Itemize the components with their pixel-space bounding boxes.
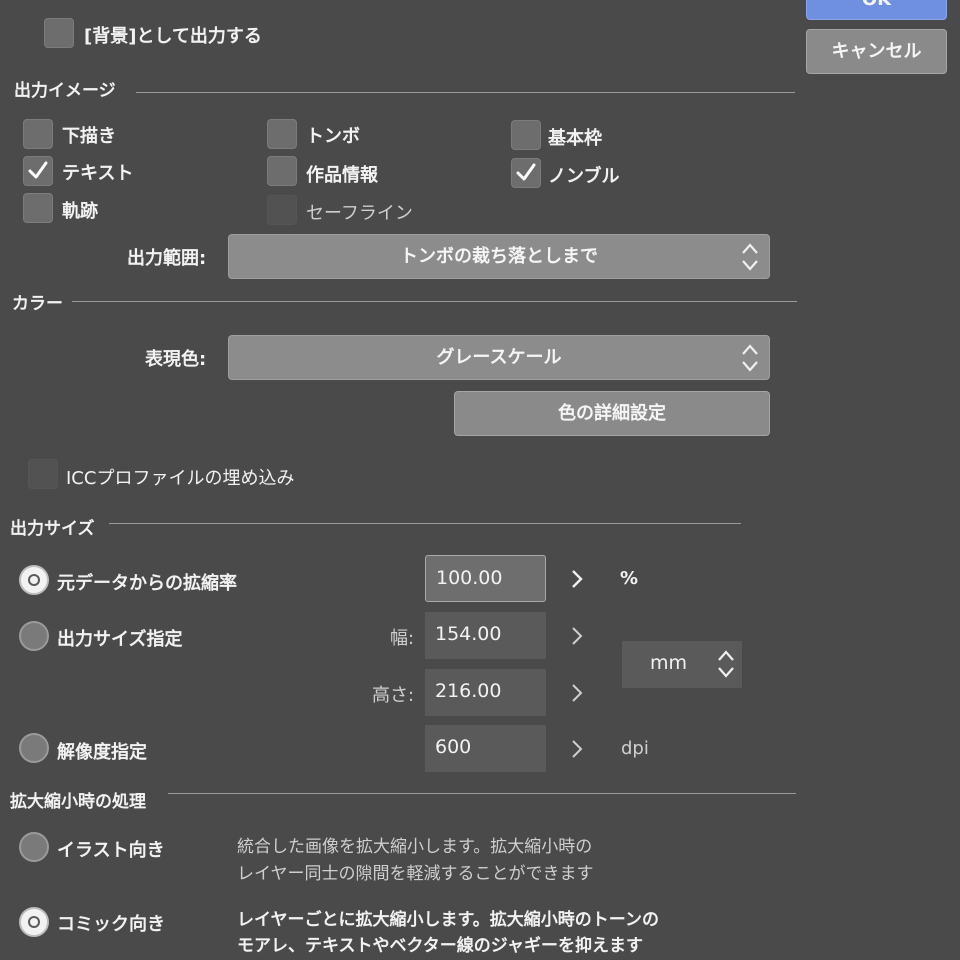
sketch-checkbox[interactable]	[23, 119, 53, 149]
output-size-option-label: 出力サイズ指定	[57, 629, 183, 650]
resolution-input[interactable]: 600	[425, 725, 546, 772]
output-range-label: 出力範囲:	[127, 248, 207, 269]
background-checkbox[interactable]	[44, 18, 74, 48]
basic-frame-label: 基本枠	[548, 128, 602, 149]
color-expression-label: 表現色:	[145, 349, 207, 370]
color-divider	[72, 301, 797, 302]
up-down-arrows-icon	[718, 650, 734, 678]
output-range-select[interactable]: トンボの裁ち落としまで	[228, 234, 770, 279]
icc-profile-label: ICCプロファイルの埋め込み	[66, 468, 295, 489]
resolution-unit: dpi	[621, 738, 649, 759]
color-detail-button[interactable]: 色の詳細設定	[454, 391, 770, 436]
safe-line-label: セーフライン	[306, 203, 413, 224]
page-number-checkbox[interactable]	[511, 158, 541, 188]
text-checkbox[interactable]	[23, 156, 53, 186]
illust-option-label: イラスト向き	[57, 840, 165, 861]
comic-radio[interactable]	[19, 907, 49, 937]
work-info-checkbox[interactable]	[267, 156, 297, 186]
height-label: 高さ:	[372, 685, 415, 706]
sketch-label: 下描き	[62, 126, 116, 147]
height-chevron-right-icon[interactable]	[570, 683, 584, 703]
width-chevron-right-icon[interactable]	[570, 626, 584, 646]
page-number-label: ノンブル	[548, 166, 620, 187]
color-detail-button-label: 色の詳細設定	[558, 403, 666, 424]
height-input[interactable]: 216.00	[425, 669, 546, 716]
color-section-title: カラー	[12, 294, 63, 314]
safe-line-checkbox	[267, 195, 297, 225]
output-size-section-title: 出力サイズ	[10, 519, 95, 539]
scale-option-label: 元データからの拡縮率	[57, 573, 237, 594]
output-range-value: トンボの裁ち落としまで	[400, 246, 598, 267]
size-unit-select[interactable]: mm	[622, 641, 742, 688]
scale-chevron-right-icon[interactable]	[570, 569, 584, 589]
comic-description-line2: モアレ、テキストやベクター線のジャギーを抑えます	[237, 936, 643, 956]
color-expression-value: グレースケール	[436, 347, 562, 368]
comic-option-label: コミック向き	[57, 914, 165, 935]
color-expression-select[interactable]: グレースケール	[228, 335, 770, 380]
background-checkbox-label: [背景]として出力する	[84, 26, 262, 47]
output-image-section-title: 出力イメージ	[14, 81, 116, 101]
scale-radio[interactable]	[19, 565, 49, 595]
comic-description-line1: レイヤーごとに拡大縮小します。拡大縮小時のトーンの	[237, 910, 659, 930]
height-input-value: 216.00	[435, 680, 502, 702]
resolution-radio[interactable]	[19, 733, 49, 763]
scaling-divider	[168, 793, 796, 794]
output-size-divider	[109, 523, 741, 524]
crop-marks-checkbox[interactable]	[267, 119, 297, 149]
trail-checkbox[interactable]	[23, 193, 53, 223]
trail-label: 軌跡	[62, 201, 98, 222]
up-down-arrows-icon	[742, 344, 758, 372]
cancel-button-label: キャンセル	[831, 41, 922, 62]
resolution-chevron-right-icon[interactable]	[570, 739, 584, 759]
illust-radio[interactable]	[19, 832, 49, 862]
size-unit-value: mm	[650, 652, 688, 674]
output-size-radio[interactable]	[19, 621, 49, 651]
resolution-option-label: 解像度指定	[57, 742, 147, 763]
width-label: 幅:	[390, 628, 415, 649]
output-image-divider	[136, 92, 795, 93]
illust-description-line1: 統合した画像を拡大縮小します。拡大縮小時の	[237, 837, 593, 857]
crop-marks-label: トンボ	[306, 126, 360, 147]
scale-input-value: 100.00	[436, 567, 503, 589]
scaling-section-title: 拡大縮小時の処理	[10, 792, 146, 812]
width-input[interactable]: 154.00	[425, 612, 546, 659]
basic-frame-checkbox[interactable]	[511, 120, 541, 150]
width-input-value: 154.00	[435, 623, 502, 645]
scale-input[interactable]: 100.00	[425, 555, 546, 602]
work-info-label: 作品情報	[306, 165, 378, 186]
illust-description-line2: レイヤー同士の隙間を軽減することができます	[237, 864, 594, 884]
ok-button-label: OK	[862, 0, 891, 10]
text-label: テキスト	[62, 163, 134, 184]
icc-profile-checkbox[interactable]	[28, 459, 58, 489]
scale-unit: %	[620, 568, 639, 589]
checkmark-icon	[516, 163, 536, 181]
ok-button[interactable]: OK	[806, 0, 947, 20]
resolution-input-value: 600	[435, 736, 472, 758]
cancel-button[interactable]: キャンセル	[806, 29, 947, 74]
checkmark-icon	[28, 161, 48, 179]
up-down-arrows-icon	[742, 243, 758, 271]
